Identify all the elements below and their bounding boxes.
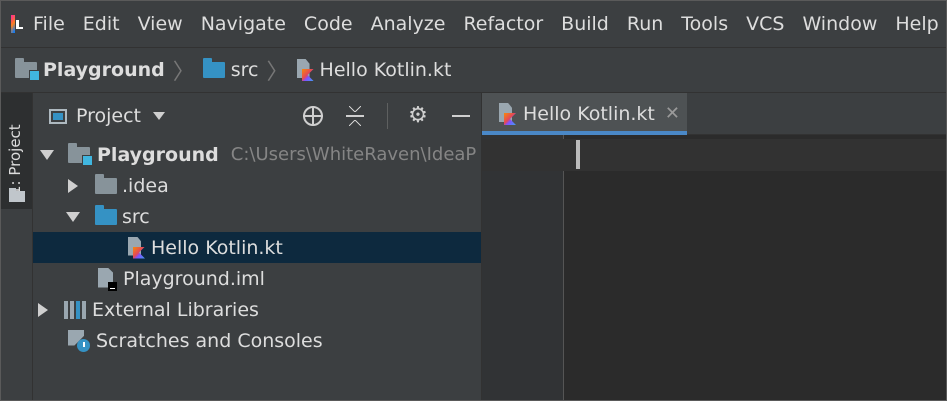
menu-edit[interactable]: Edit (74, 1, 129, 47)
menu-view[interactable]: View (129, 1, 192, 47)
breadcrumb-project-label: Playground (43, 59, 165, 81)
editor-current-line (564, 139, 946, 171)
hide-panel-icon[interactable] (450, 105, 472, 127)
scratches-icon (68, 329, 90, 352)
menu-code[interactable]: Code (295, 1, 362, 47)
libraries-icon (64, 300, 86, 319)
collapse-all-icon[interactable] (344, 105, 366, 127)
project-tool-tab[interactable]: 1: Project (1, 93, 32, 209)
project-tool-tab-label: 1: Project (6, 124, 24, 195)
tree-item-idea[interactable]: .idea (33, 170, 481, 201)
tree-item-external-libraries[interactable]: External Libraries (33, 294, 481, 325)
tree-item-label: Playground (97, 143, 219, 166)
menu-tools[interactable]: Tools (672, 1, 737, 47)
breadcrumb: Playground 〉 src 〉 Hello Kotlin.kt (1, 47, 946, 93)
gear-icon[interactable]: ⚙ (407, 105, 429, 127)
project-view-icon (49, 108, 67, 124)
code-editor[interactable] (564, 135, 946, 400)
breadcrumb-file-label: Hello Kotlin.kt (319, 59, 452, 81)
collapse-arrow-icon[interactable] (38, 302, 48, 317)
ide-window: File Edit View Navigate Code Analyze Ref… (0, 0, 947, 401)
menu-file[interactable]: File (25, 1, 74, 47)
tree-item-label: External Libraries (92, 298, 259, 321)
tree-item-path: C:\Users\WhiteRaven\IdeaP (230, 144, 477, 165)
tree-item-label: Scratches and Consoles (96, 329, 323, 352)
chevron-down-icon[interactable] (153, 112, 166, 120)
tree-item-scratches[interactable]: Scratches and Consoles (33, 325, 481, 356)
module-folder-icon (68, 142, 93, 166)
breadcrumb-project[interactable]: Playground (15, 58, 165, 81)
tree-item-playground[interactable]: Playground C:\Users\WhiteRaven\IdeaP (33, 139, 481, 170)
close-icon[interactable]: ✕ (665, 105, 680, 123)
tree-item-label: .idea (122, 174, 169, 197)
tree-item-label: Hello Kotlin.kt (151, 236, 283, 259)
text-caret (576, 140, 580, 169)
tree-item-hello-kotlin[interactable]: Hello Kotlin.kt (33, 232, 481, 263)
menu-build[interactable]: Build (552, 1, 618, 47)
menu-navigate[interactable]: Navigate (192, 1, 295, 47)
project-panel: Project ⚙ Playground C:\Users\WhiteRaven… (33, 93, 482, 400)
kotlin-file-icon (128, 236, 145, 259)
menu-window[interactable]: Window (793, 1, 886, 47)
editor-tab-label: Hello Kotlin.kt (523, 103, 655, 125)
project-panel-toolbar: ⚙ (303, 93, 481, 139)
module-folder-icon (15, 58, 40, 81)
project-view-selector[interactable]: Project (76, 105, 141, 127)
locate-file-icon[interactable] (303, 106, 323, 126)
menu-run[interactable]: Run (618, 1, 672, 47)
editor-gutter[interactable] (482, 135, 564, 400)
tree-item-label: Playground.iml (123, 267, 265, 290)
left-tool-strip: 1: Project (1, 93, 33, 400)
tree-item-src[interactable]: src (33, 201, 481, 232)
kotlin-file-icon (499, 103, 516, 125)
kotlin-file-icon (296, 59, 314, 81)
project-tree: Playground C:\Users\WhiteRaven\IdeaP .id… (33, 139, 481, 356)
folder-icon (9, 188, 25, 202)
breadcrumb-src[interactable]: 〉 src (165, 54, 259, 86)
expand-arrow-icon[interactable] (40, 149, 54, 160)
menu-bar: File Edit View Navigate Code Analyze Ref… (1, 1, 946, 47)
toolbar-divider (387, 103, 388, 129)
tree-item-playground-iml[interactable]: Playground.iml (33, 263, 481, 294)
editor-tab-bar: Hello Kotlin.kt ✕ (482, 93, 946, 135)
menu-analyze[interactable]: Analyze (362, 1, 455, 47)
menu-vcs[interactable]: VCS (737, 1, 793, 47)
menu-help[interactable]: Help (886, 1, 946, 47)
menu-refactor[interactable]: Refactor (454, 1, 552, 47)
folder-icon (95, 173, 117, 194)
breadcrumb-separator-icon: 〉 (266, 60, 289, 85)
breadcrumb-src-label: src (230, 59, 259, 81)
source-folder-icon (95, 204, 117, 225)
collapse-arrow-icon[interactable] (68, 178, 78, 193)
source-folder-icon (202, 58, 225, 78)
expand-arrow-icon[interactable] (66, 211, 80, 222)
tree-item-label: src (122, 205, 150, 228)
breadcrumb-file[interactable]: 〉 Hello Kotlin.kt (259, 54, 452, 86)
breadcrumb-separator-icon: 〉 (172, 60, 195, 85)
gutter-current-line (482, 139, 564, 171)
iml-file-icon (98, 267, 117, 291)
intellij-logo-icon (11, 15, 23, 33)
editor-tab-hello-kotlin[interactable]: Hello Kotlin.kt ✕ (482, 93, 687, 135)
project-panel-header: Project ⚙ (33, 93, 481, 139)
